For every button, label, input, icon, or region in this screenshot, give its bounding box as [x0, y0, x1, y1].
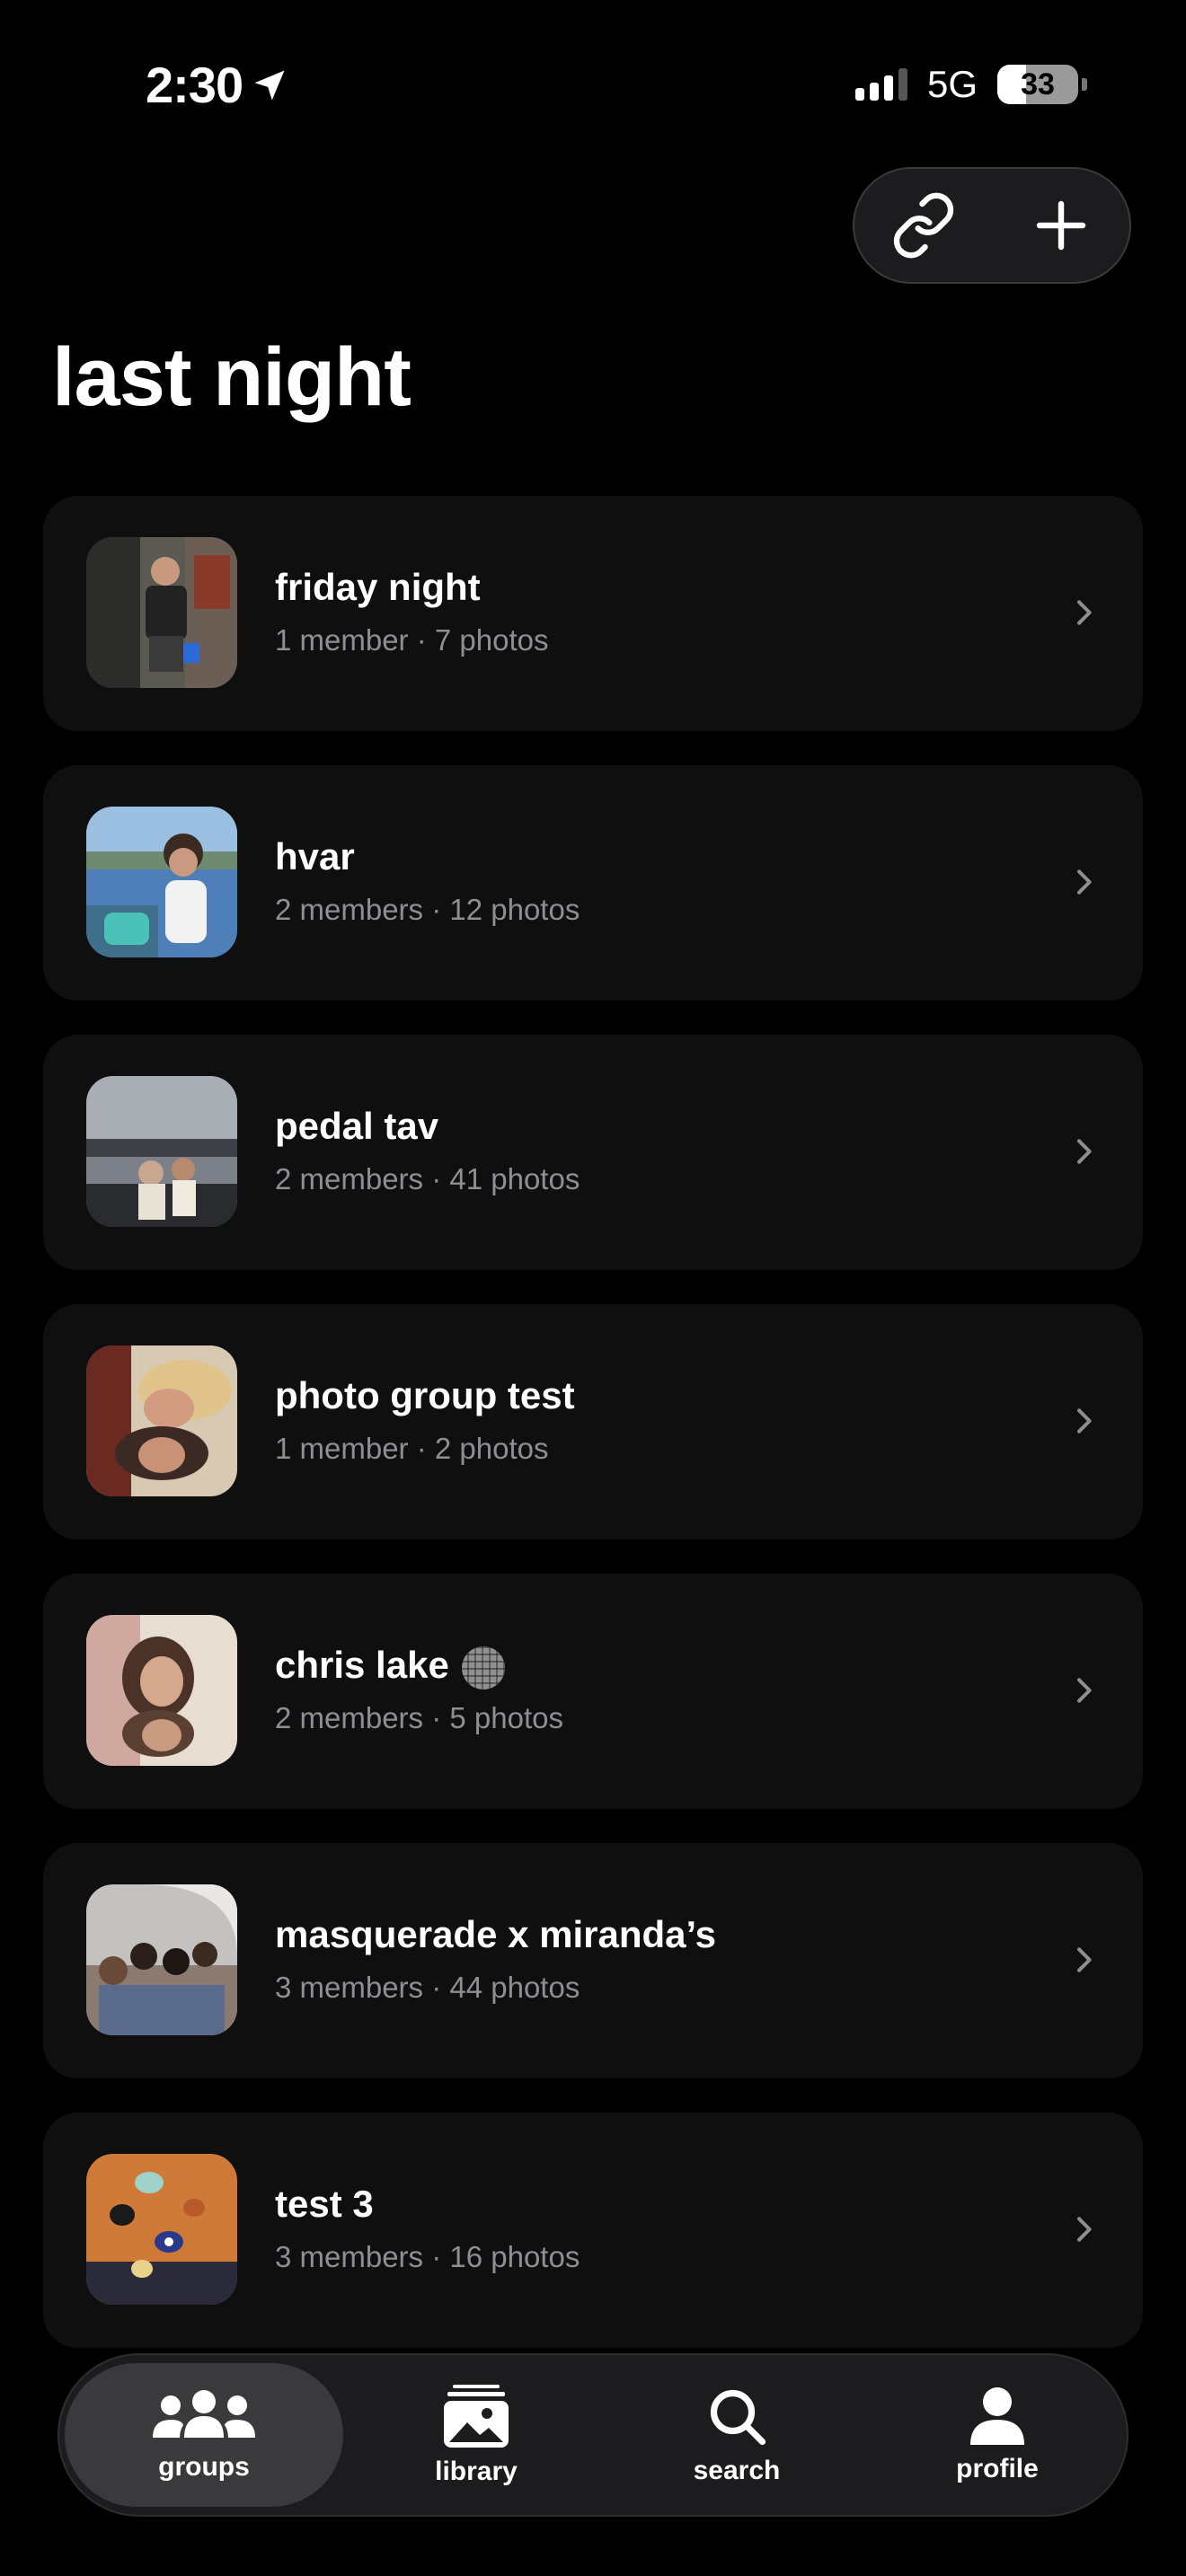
photo-library-icon — [444, 2385, 509, 2448]
tab-label: profile — [956, 2454, 1039, 2483]
disco-ball-icon — [461, 1645, 505, 1689]
group-name: photo group test — [275, 1374, 575, 1416]
tab-groups[interactable]: groups — [65, 2363, 343, 2507]
group-meta: 2 members · 5 photos — [275, 1701, 563, 1734]
group-name: hvar — [275, 835, 355, 878]
group-thumbnail — [86, 1615, 237, 1766]
group-card[interactable]: hvar 2 members · 12 photos — [43, 765, 1143, 1001]
header-actions — [853, 167, 1131, 284]
location-arrow-icon — [254, 70, 285, 100]
group-name-text: chris lake — [275, 1644, 449, 1686]
group-list: friday night 1 member · 7 photos hvar 2 … — [43, 496, 1143, 2382]
chevron-right-icon — [1077, 1139, 1092, 1164]
tab-label: library — [435, 2457, 518, 2486]
group-thumbnail — [86, 1076, 237, 1227]
chevron-right-icon — [1077, 600, 1092, 625]
link-button[interactable] — [874, 176, 973, 275]
magnifier-icon — [710, 2389, 766, 2446]
chevron-right-icon — [1077, 1947, 1092, 1972]
chevron-right-icon — [1077, 1678, 1092, 1703]
group-meta: 3 members · 16 photos — [275, 2240, 580, 2273]
group-thumbnail — [86, 1345, 237, 1496]
group-card[interactable]: chris lake 2 members · 5 photos — [43, 1574, 1143, 1809]
chevron-right-icon — [1077, 1408, 1092, 1434]
battery-level: 33 — [1021, 66, 1055, 101]
battery-icon: 33 — [997, 65, 1087, 104]
network-label: 5G — [926, 63, 978, 105]
group-name: masquerade x miranda’s — [275, 1913, 716, 1955]
tab-profile[interactable]: profile — [870, 2363, 1125, 2507]
tab-search[interactable]: search — [609, 2363, 864, 2507]
tab-bar: groups library search profile — [58, 2353, 1128, 2517]
time-label: 2:30 — [146, 57, 243, 113]
cellular-signal-icon — [854, 68, 907, 101]
person-icon — [970, 2387, 1024, 2445]
people-icon — [153, 2390, 255, 2438]
group-meta: 2 members · 41 photos — [275, 1162, 580, 1195]
status-time: 2:30 — [146, 56, 289, 114]
group-name: chris lake — [275, 1644, 505, 1689]
group-thumbnail — [86, 537, 237, 688]
tab-label: groups — [158, 2452, 250, 2482]
group-card[interactable]: test 3 3 members · 16 photos — [43, 2113, 1143, 2348]
group-card[interactable]: pedal tav 2 members · 41 photos — [43, 1035, 1143, 1270]
tab-library[interactable]: library — [349, 2363, 604, 2507]
tab-label: search — [693, 2456, 781, 2485]
plus-icon — [1036, 200, 1085, 251]
group-card[interactable]: masquerade x miranda’s 3 members · 44 ph… — [43, 1843, 1143, 2078]
group-card[interactable]: photo group test 1 member · 2 photos — [43, 1304, 1143, 1539]
page-title: last night — [52, 331, 412, 423]
group-name: friday night — [275, 566, 481, 608]
add-group-button[interactable] — [1012, 176, 1111, 275]
group-card[interactable]: friday night 1 member · 7 photos — [43, 496, 1143, 731]
group-thumbnail — [86, 1884, 237, 2035]
status-indicators: 5G 33 — [854, 63, 1087, 106]
group-meta: 1 member · 7 photos — [275, 623, 549, 657]
group-name: pedal tav — [275, 1105, 439, 1147]
group-thumbnail — [86, 2154, 237, 2305]
group-thumbnail — [86, 807, 237, 957]
group-name: test 3 — [275, 2183, 374, 2225]
link-icon — [893, 192, 953, 259]
chevron-right-icon — [1077, 2217, 1092, 2242]
group-meta: 3 members · 44 photos — [275, 1971, 580, 2004]
group-meta: 1 member · 2 photos — [275, 1432, 549, 1465]
group-meta: 2 members · 12 photos — [275, 893, 580, 926]
chevron-right-icon — [1077, 869, 1092, 895]
